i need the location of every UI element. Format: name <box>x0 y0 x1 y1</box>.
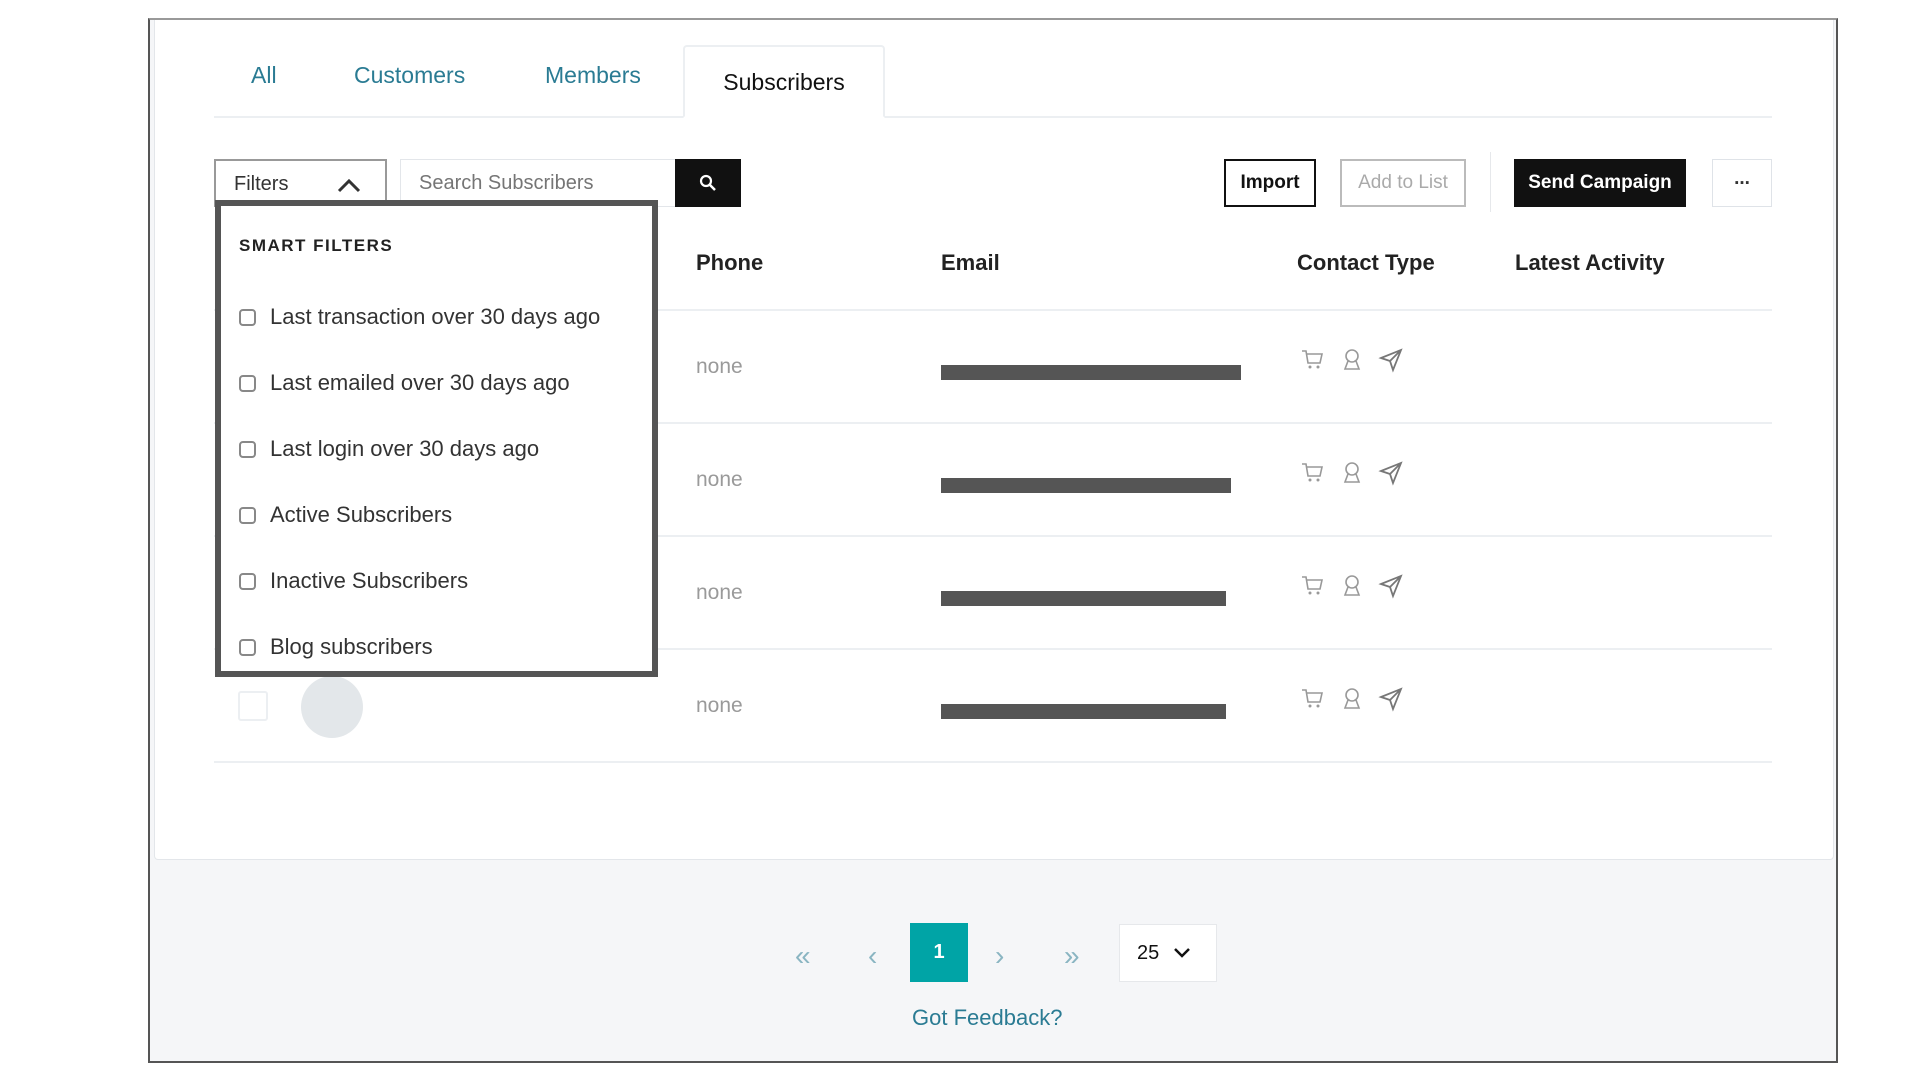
header-latest-activity: Latest Activity <box>1515 250 1665 275</box>
import-button[interactable]: Import <box>1224 159 1316 207</box>
chevron-down-icon <box>1174 948 1191 958</box>
row-checkbox[interactable] <box>238 691 268 721</box>
smart-filters-dropdown: SMART FILTERS Last transaction over 30 d… <box>215 200 658 677</box>
send-icon <box>1378 348 1403 373</box>
phone-cell: none <box>696 468 743 491</box>
email-redacted <box>941 704 1226 719</box>
page-1-button[interactable]: 1 <box>910 923 968 982</box>
smart-filters-title: SMART FILTERS <box>239 236 394 255</box>
tab-all[interactable]: All <box>251 62 277 89</box>
add-to-list-button[interactable]: Add to List <box>1340 159 1466 207</box>
filter-checkbox[interactable] <box>239 572 256 590</box>
header-email: Email <box>941 250 1000 275</box>
cart-icon <box>1302 463 1323 482</box>
search-button[interactable] <box>675 159 741 207</box>
header-contact-type: Contact Type <box>1297 250 1435 275</box>
smart-filter-option[interactable]: Last transaction over 30 days ago <box>239 304 600 330</box>
smart-filter-option[interactable]: Last emailed over 30 days ago <box>239 370 570 396</box>
avatar <box>301 676 363 738</box>
filter-label: Last login over 30 days ago <box>270 436 540 461</box>
filter-checkbox[interactable] <box>239 506 256 524</box>
prev-page-button[interactable]: ‹ <box>868 940 877 972</box>
smart-filter-option[interactable]: Inactive Subscribers <box>239 568 468 594</box>
smart-filter-option[interactable]: Last login over 30 days ago <box>239 436 539 462</box>
filter-checkbox[interactable] <box>239 374 256 392</box>
user-icon <box>1343 688 1361 709</box>
row-divider <box>214 761 1772 763</box>
smart-filter-option[interactable]: Blog subscribers <box>239 634 433 660</box>
tab-customers[interactable]: Customers <box>354 62 465 89</box>
chevron-up-icon <box>337 178 361 193</box>
phone-cell: none <box>696 694 743 717</box>
send-icon <box>1378 461 1403 486</box>
filter-label: Inactive Subscribers <box>270 568 469 593</box>
last-page-button[interactable]: » <box>1064 940 1080 972</box>
next-page-button[interactable]: › <box>995 940 1004 972</box>
toolbar-divider <box>1490 152 1491 212</box>
filter-checkbox[interactable] <box>239 308 256 326</box>
user-icon <box>1343 349 1361 370</box>
filter-checkbox[interactable] <box>239 638 256 656</box>
email-redacted <box>941 365 1241 380</box>
tab-subscribers[interactable]: Subscribers <box>683 45 885 118</box>
smart-filter-option[interactable]: Active Subscribers <box>239 502 452 528</box>
user-icon <box>1343 462 1361 483</box>
email-redacted <box>941 478 1231 493</box>
send-campaign-button[interactable]: Send Campaign <box>1514 159 1686 207</box>
search-icon <box>699 174 716 191</box>
filters-label: Filters <box>234 172 289 195</box>
first-page-button[interactable]: « <box>795 940 811 972</box>
phone-cell: none <box>696 355 743 378</box>
page-size-value: 25 <box>1137 941 1160 964</box>
cart-icon <box>1302 689 1323 708</box>
header-phone: Phone <box>696 250 764 275</box>
user-icon <box>1343 575 1361 596</box>
page-size-select[interactable]: 25 <box>1119 924 1217 982</box>
filter-label: Blog subscribers <box>270 634 433 659</box>
phone-cell: none <box>696 581 743 604</box>
email-redacted <box>941 591 1226 606</box>
filter-checkbox[interactable] <box>239 440 256 458</box>
send-icon <box>1378 687 1403 712</box>
send-icon <box>1378 574 1403 599</box>
tab-divider <box>214 116 1772 118</box>
cart-icon <box>1302 350 1323 369</box>
more-options-button[interactable]: ... <box>1712 159 1772 207</box>
filter-label: Active Subscribers <box>270 502 453 527</box>
filter-label: Last emailed over 30 days ago <box>270 370 570 395</box>
cart-icon <box>1302 576 1323 595</box>
tab-members[interactable]: Members <box>545 62 641 89</box>
got-feedback-link[interactable]: Got Feedback? <box>912 1005 1062 1031</box>
filter-label: Last transaction over 30 days ago <box>270 304 601 329</box>
